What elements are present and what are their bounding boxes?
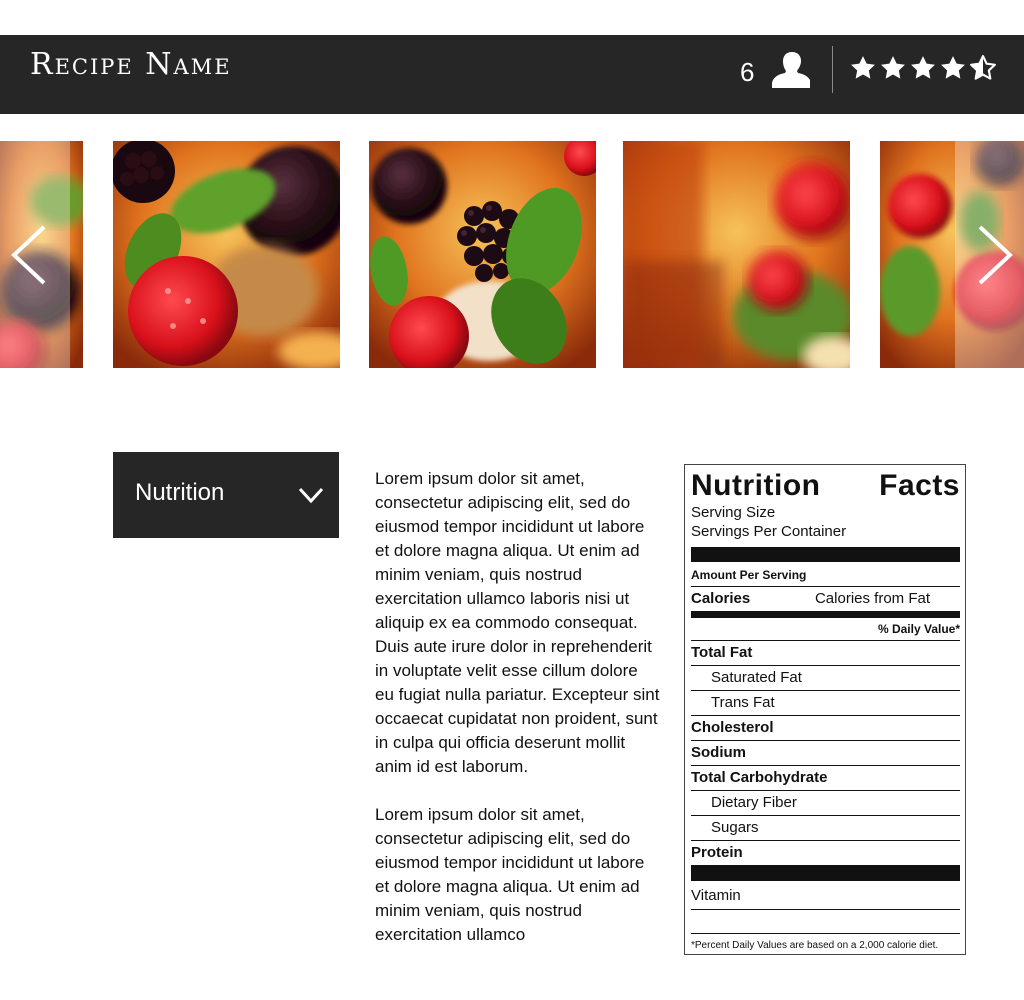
star-filled-icon[interactable] bbox=[879, 53, 907, 83]
calories-row: Calories Calories from Fat bbox=[691, 587, 960, 611]
nf-title-right: Facts bbox=[879, 469, 960, 502]
star-filled-icon[interactable] bbox=[849, 53, 877, 83]
paragraph: Lorem ipsum dolor sit amet, consectetur … bbox=[375, 805, 645, 944]
recipe-description: Lorem ipsum dolor sit amet, consectetur … bbox=[375, 467, 660, 971]
serving-size: Serving Size bbox=[691, 504, 776, 521]
nutrition-facts-title: Nutrition Facts bbox=[691, 469, 960, 503]
star-filled-icon[interactable] bbox=[909, 53, 937, 83]
total-carbohydrate-row: Total Carbohydrate bbox=[691, 766, 960, 791]
nutrition-dropdown-label: Nutrition bbox=[135, 479, 225, 506]
star-rating[interactable] bbox=[849, 53, 997, 87]
sodium-row: Sodium bbox=[691, 741, 960, 766]
star-half-icon[interactable] bbox=[969, 53, 997, 83]
photo-carousel bbox=[0, 141, 1024, 368]
amount-per-serving: Amount Per Serving bbox=[691, 565, 960, 587]
star-filled-icon[interactable] bbox=[939, 53, 967, 83]
recipe-header: Recipe Name 6 bbox=[0, 35, 1024, 114]
protein-row: Protein bbox=[691, 844, 743, 861]
nf-thick-bar bbox=[691, 865, 960, 881]
daily-value-header: % Daily Value* bbox=[691, 618, 960, 641]
sugars-row: Sugars bbox=[691, 816, 960, 841]
person-icon bbox=[772, 52, 810, 88]
calories-from-fat-label: Calories from Fat bbox=[814, 590, 930, 607]
nutrition-dropdown[interactable]: Nutrition bbox=[113, 452, 339, 538]
nf-footnote: *Percent Daily Values are based on a 2,0… bbox=[691, 940, 939, 951]
chevron-down-icon bbox=[298, 487, 324, 504]
carousel-photo[interactable] bbox=[623, 141, 850, 368]
nf-thick-bar bbox=[691, 547, 960, 562]
servings-per-container: Servings Per Container bbox=[691, 523, 847, 540]
cholesterol-row: Cholesterol bbox=[691, 716, 960, 741]
paragraph: Lorem ipsum dolor sit amet, consectetur … bbox=[375, 469, 660, 776]
nf-mid-bar bbox=[691, 611, 960, 618]
total-fat-row: Total Fat bbox=[691, 641, 960, 666]
nf-title-left: Nutrition bbox=[691, 469, 821, 502]
carousel-photo[interactable] bbox=[369, 141, 596, 368]
chevron-right-icon[interactable] bbox=[976, 225, 1016, 285]
calories-label: Calories bbox=[691, 590, 751, 607]
saturated-fat-row: Saturated Fat bbox=[691, 666, 960, 691]
chevron-left-icon[interactable] bbox=[8, 225, 48, 285]
dietary-fiber-row: Dietary Fiber bbox=[691, 791, 960, 816]
header-divider bbox=[832, 46, 833, 93]
nf-empty-row bbox=[691, 910, 960, 934]
carousel-photo[interactable] bbox=[113, 141, 340, 368]
recipe-title: Recipe Name bbox=[30, 47, 232, 82]
vitamin-row: Vitamin bbox=[691, 883, 960, 910]
nutrition-facts-label: Nutrition Facts Serving Size Servings Pe… bbox=[684, 464, 966, 955]
servings-count: 6 bbox=[740, 57, 755, 87]
trans-fat-row: Trans Fat bbox=[691, 691, 960, 716]
